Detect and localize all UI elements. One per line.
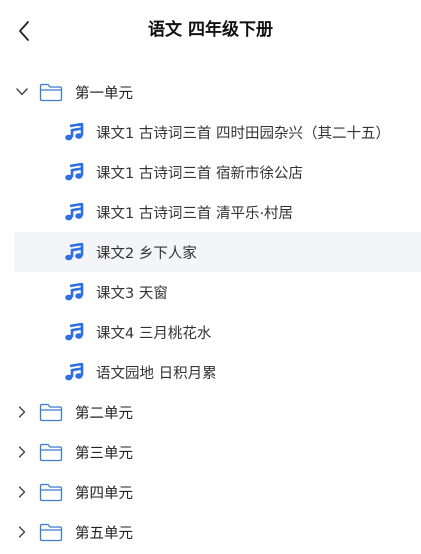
chevron-right-icon	[18, 486, 26, 498]
unit-row-4[interactable]: 第四单元	[0, 472, 421, 512]
music-note-icon	[65, 123, 84, 141]
lesson-label: 课文4 三月桃花水	[96, 325, 212, 342]
music-note-icon	[65, 243, 84, 261]
unit-label: 第二单元	[75, 405, 133, 422]
unit-row-5[interactable]: 第五单元	[0, 512, 421, 552]
folder-icon	[39, 483, 63, 501]
lesson-label: 课文2 乡下人家	[96, 245, 197, 262]
lesson-label: 课文1 古诗词三首 清平乐·村居	[96, 205, 294, 222]
lesson-item[interactable]: 课文3 天窗	[0, 272, 421, 312]
music-note-icon	[65, 163, 84, 181]
folder-icon	[39, 403, 63, 421]
header-bar: 语文 四年级下册	[0, 0, 421, 62]
chevron-right-icon	[18, 526, 26, 538]
lesson-label: 语文园地 日积月累	[96, 365, 217, 382]
music-note-icon	[65, 323, 84, 341]
unit-row-3[interactable]: 第三单元	[0, 432, 421, 472]
folder-icon	[39, 523, 63, 541]
unit-label: 第三单元	[75, 445, 133, 462]
course-tree: 第一单元 课文1 古诗词三首 四时田园杂兴（其二十五） 课文1 古诗词三首 宿新…	[0, 72, 421, 552]
lesson-item[interactable]: 课文1 古诗词三首 清平乐·村居	[0, 192, 421, 232]
lesson-label: 课文1 古诗词三首 宿新市徐公店	[96, 165, 303, 182]
music-note-icon	[65, 283, 84, 301]
lesson-item-selected[interactable]: 课文2 乡下人家	[14, 232, 421, 272]
folder-icon	[39, 443, 63, 461]
lesson-item[interactable]: 课文4 三月桃花水	[0, 312, 421, 352]
lesson-item[interactable]: 语文园地 日积月累	[0, 352, 421, 392]
lesson-item[interactable]: 课文1 古诗词三首 宿新市徐公店	[0, 152, 421, 192]
music-note-icon	[65, 363, 84, 381]
unit-row-2[interactable]: 第二单元	[0, 392, 421, 432]
music-note-icon	[65, 203, 84, 221]
page-title: 语文 四年级下册	[148, 20, 273, 40]
unit-label: 第五单元	[75, 525, 133, 542]
chevron-right-icon	[18, 406, 26, 418]
chevron-right-icon	[18, 446, 26, 458]
unit-label: 第四单元	[75, 485, 133, 502]
lesson-label: 课文3 天窗	[96, 285, 168, 302]
unit-row-1[interactable]: 第一单元	[0, 72, 421, 112]
chevron-down-icon	[16, 88, 28, 96]
lesson-label: 课文1 古诗词三首 四时田园杂兴（其二十五）	[96, 125, 390, 142]
lesson-item[interactable]: 课文1 古诗词三首 四时田园杂兴（其二十五）	[0, 112, 421, 152]
folder-icon	[39, 83, 63, 101]
unit-label: 第一单元	[75, 85, 133, 102]
